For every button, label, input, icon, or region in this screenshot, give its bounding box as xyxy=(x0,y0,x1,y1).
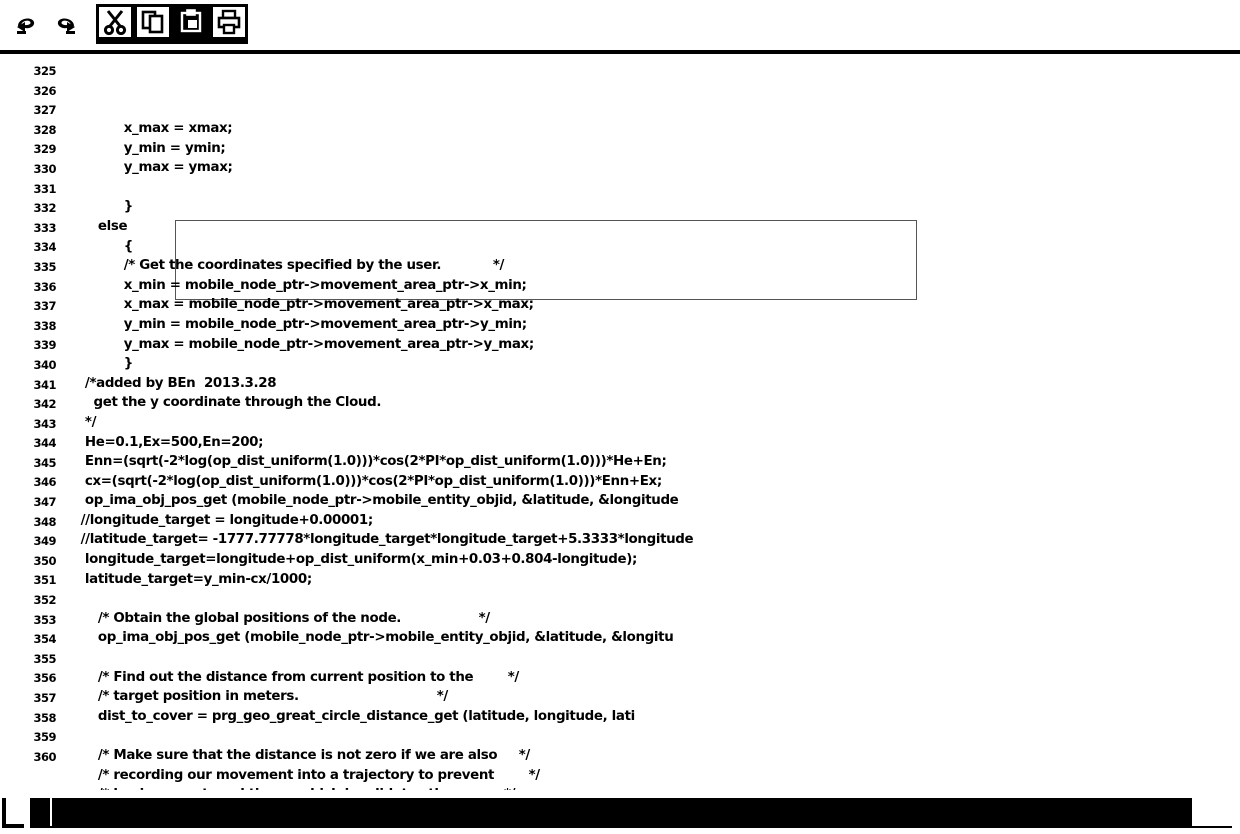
code-line[interactable]: else xyxy=(72,217,1240,237)
line-number: 348 xyxy=(33,514,56,529)
code-line[interactable]: /* Make sure that the distance is not ze… xyxy=(72,746,1240,766)
code-line[interactable]: op_ima_obj_pos_get (mobile_node_ptr->mob… xyxy=(72,628,1240,648)
clipboard-paste-icon xyxy=(179,9,203,35)
line-number: 338 xyxy=(33,318,56,333)
code-line[interactable]: x_max = mobile_node_ptr->movement_area_p… xyxy=(72,295,1240,315)
line-number: 346 xyxy=(33,475,56,490)
toolbar-button-group xyxy=(6,4,248,44)
scissors-icon xyxy=(103,9,127,35)
line-number: 358 xyxy=(33,710,56,725)
undo-arrow-icon xyxy=(12,10,40,38)
code-editor[interactable]: 325 326 327 328 329 330 331 332 333 334 335 336 337 3… xyxy=(0,50,1240,834)
line-number: 342 xyxy=(33,397,56,412)
code-line[interactable]: x_min = mobile_node_ptr->movement_area_p… xyxy=(72,276,1240,296)
line-number: 339 xyxy=(33,338,56,353)
line-number: 359 xyxy=(33,730,56,745)
line-number: 325 xyxy=(33,64,56,78)
code-line[interactable]: y_min = mobile_node_ptr->movement_area_p… xyxy=(72,315,1240,335)
code-line[interactable]: y_max = mobile_node_ptr->movement_area_p… xyxy=(72,335,1240,355)
copy-pages-icon xyxy=(141,9,165,35)
toolbar xyxy=(0,0,1240,50)
line-number: 357 xyxy=(33,691,56,705)
code-line[interactable]: y_min = ymin; xyxy=(72,139,1240,159)
code-line[interactable]: op_ima_obj_pos_get (mobile_node_ptr->mob… xyxy=(72,491,1240,511)
horizontal-scrollbar[interactable] xyxy=(0,790,1240,834)
line-number: 351 xyxy=(33,573,56,588)
line-number: 353 xyxy=(33,612,56,627)
line-number: 337 xyxy=(33,299,56,314)
code-text-area[interactable]: x_max = xmax; y_min = ymin; y_max = ymax… xyxy=(62,54,1240,790)
code-line[interactable]: latitude_target=y_min-cx/1000; xyxy=(72,570,1240,590)
code-line[interactable]: */ xyxy=(72,413,1240,433)
code-line[interactable]: /* Obtain the global positions of the no… xyxy=(72,609,1240,629)
code-line[interactable]: } xyxy=(72,197,1240,217)
print-button[interactable] xyxy=(210,4,248,40)
line-number: 336 xyxy=(33,279,56,294)
code-line[interactable]: /*added by BEn 2013.3.28 xyxy=(72,374,1240,394)
code-line[interactable]: { xyxy=(72,237,1240,257)
horizontal-scroll-thumb[interactable] xyxy=(52,798,1192,826)
line-number: 343 xyxy=(33,416,56,431)
copy-button[interactable] xyxy=(134,4,172,40)
code-line[interactable] xyxy=(72,178,1240,198)
line-number: 330 xyxy=(33,161,56,176)
printer-icon xyxy=(217,9,241,35)
redo-button[interactable] xyxy=(49,7,83,41)
horizontal-scroll-track[interactable] xyxy=(30,798,1232,828)
code-line[interactable]: y_max = ymax; xyxy=(72,158,1240,178)
line-number: 333 xyxy=(33,220,56,235)
line-number: 354 xyxy=(33,632,56,647)
scroll-left-button[interactable] xyxy=(30,798,50,826)
line-number: 360 xyxy=(33,749,56,764)
code-line[interactable]: longitude_target=longitude+op_dist_unifo… xyxy=(72,550,1240,570)
code-line[interactable]: cx=(sqrt(-2*log(op_dist_uniform(1.0)))*c… xyxy=(72,472,1240,492)
line-number: 349 xyxy=(33,534,56,549)
line-number: 332 xyxy=(33,201,56,216)
code-scroll-viewport[interactable]: 325 326 327 328 329 330 331 332 333 334 335 336 337 3… xyxy=(0,54,1240,790)
line-number: 345 xyxy=(33,455,56,470)
code-line[interactable]: /* target position in meters. */ xyxy=(72,687,1240,707)
line-number: 326 xyxy=(33,83,56,98)
line-number-gutter: 325 326 327 328 329 330 331 332 333 334 335 336 337 3… xyxy=(0,54,62,790)
line-number: 328 xyxy=(33,122,56,137)
code-line[interactable]: /* Get the coordinates specified by the … xyxy=(72,256,1240,276)
line-number: 350 xyxy=(33,553,56,568)
line-number: 355 xyxy=(33,651,56,666)
code-line[interactable] xyxy=(72,589,1240,609)
line-number: 341 xyxy=(33,377,56,392)
code-line[interactable] xyxy=(72,648,1240,668)
code-line[interactable]: /* Find out the distance from current po… xyxy=(72,668,1240,688)
code-line[interactable]: dist_to_cover = prg_geo_great_circle_dis… xyxy=(72,707,1240,727)
line-number: 344 xyxy=(33,436,56,451)
line-number: 334 xyxy=(33,240,56,255)
code-line[interactable]: get the y coordinate through the Cloud. xyxy=(72,393,1240,413)
line-number: 327 xyxy=(33,103,56,118)
code-line[interactable]: /* having zero travel times, which inval… xyxy=(72,785,1240,790)
code-line[interactable]: } xyxy=(72,354,1240,374)
code-line[interactable]: /* recording our movement into a traject… xyxy=(72,766,1240,786)
line-number: 331 xyxy=(33,181,56,196)
code-line[interactable]: He=0.1,Ex=500,En=200; xyxy=(72,433,1240,453)
code-line[interactable]: x_max = xmax; xyxy=(72,119,1240,139)
code-line[interactable] xyxy=(72,726,1240,746)
scrollbar-corner xyxy=(2,798,24,828)
redo-arrow-icon xyxy=(52,10,80,38)
line-number: 335 xyxy=(33,259,56,274)
line-number: 340 xyxy=(33,357,56,372)
line-number: 356 xyxy=(33,671,56,686)
clipboard-button-group xyxy=(96,4,248,44)
code-line[interactable]: Enn=(sqrt(-2*log(op_dist_uniform(1.0)))*… xyxy=(72,452,1240,472)
line-number: 352 xyxy=(33,593,56,608)
paste-button[interactable] xyxy=(172,4,210,40)
undo-button[interactable] xyxy=(9,7,43,41)
cut-button[interactable] xyxy=(96,4,134,40)
code-line[interactable]: //longitude_target = longitude+0.00001; xyxy=(72,511,1240,531)
code-line[interactable]: //latitude_target= -1777.77778*longitude… xyxy=(72,530,1240,550)
line-number: 347 xyxy=(33,495,56,510)
line-number: 329 xyxy=(33,142,56,157)
